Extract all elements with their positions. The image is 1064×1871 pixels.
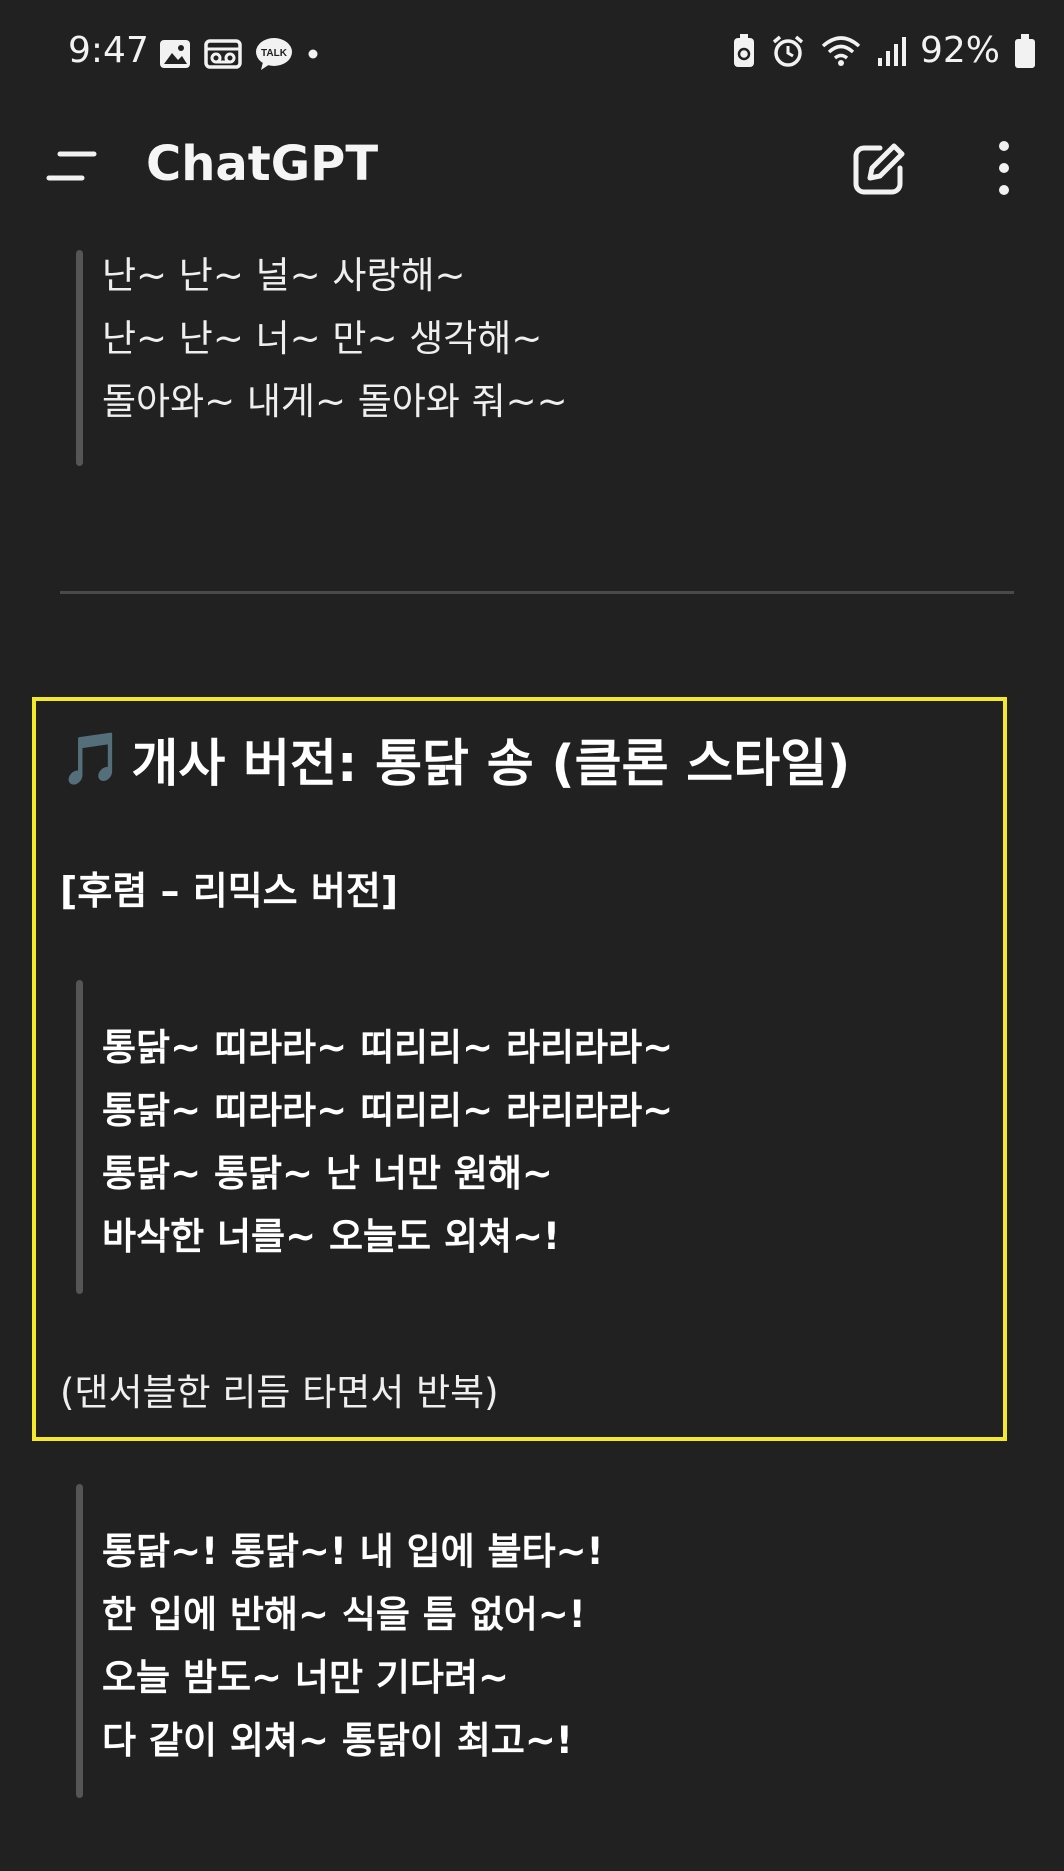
- chorus-note: (댄서블한 리듬 타면서 반복): [60, 1371, 499, 1414]
- alarm-icon: [772, 35, 804, 67]
- battery-icon: [1015, 33, 1035, 68]
- section-title: 🎵 개사 버전: 통닭 송 (클론 스타일): [60, 722, 850, 796]
- blockquote-bar: [76, 250, 83, 466]
- lyric-line: 통닭~ 띠라라~ 띠리리~ 라리라라~: [102, 1089, 674, 1132]
- status-left-icons: TALK: [158, 36, 320, 72]
- battery-saver-icon: [733, 33, 754, 67]
- verse-bottom: 통닭~! 통닭~! 내 입에 불타~! 한 입에 반해~ 식을 틈 없어~! 오…: [102, 1520, 604, 1772]
- verse-top: 난~ 난~ 널~ 사랑해~ 난~ 난~ 너~ 만~ 생각해~ 돌아와~ 내게~ …: [102, 244, 568, 433]
- app-title: ChatGPT: [146, 136, 379, 192]
- lyric-line: 돌아와~ 내게~ 돌아와 줘~~: [102, 380, 568, 423]
- lyric-line: 통닭~ 띠라라~ 띠리리~ 라리라라~: [102, 1026, 674, 1069]
- status-time: 9:47: [68, 30, 149, 71]
- wifi-icon: [821, 35, 861, 66]
- lyric-line: 오늘 밤도~ 너만 기다려~: [102, 1656, 510, 1699]
- signal-icon: [877, 36, 906, 66]
- dot-icon: [308, 49, 318, 59]
- kakaotalk-icon-label: TALK: [261, 48, 288, 59]
- lyric-line: 난~ 난~ 너~ 만~ 생각해~: [102, 317, 543, 360]
- menu-icon[interactable]: [46, 150, 98, 184]
- section-title-text: 개사 버전: 통닭 송 (클론 스타일): [131, 735, 851, 794]
- chorus-lyrics: 통닭~ 띠라라~ 띠리리~ 라리라라~ 통닭~ 띠라라~ 띠리리~ 라리라라~ …: [102, 1016, 673, 1268]
- lyric-line: 통닭~ 통닭~ 난 너만 원해~: [102, 1152, 553, 1195]
- chorus-heading: [후렴 – 리믹스 버전]: [60, 869, 399, 913]
- lyric-line: 한 입에 반해~ 식을 틈 없어~!: [102, 1593, 586, 1636]
- voicemail-icon: [204, 39, 242, 69]
- lyric-line: 다 같이 외쳐~ 통닭이 최고~!: [102, 1719, 573, 1762]
- lyric-line: 통닭~! 통닭~! 내 입에 불타~!: [102, 1530, 604, 1573]
- lyric-line: 바삭한 너를~ 오늘도 외쳐~!: [102, 1215, 560, 1258]
- status-right-icons: 92%: [732, 30, 1036, 71]
- kakaotalk-icon: TALK: [256, 38, 292, 70]
- battery-percent: 92%: [919, 30, 1000, 71]
- blockquote-bar: [76, 980, 83, 1294]
- edit-icon[interactable]: [850, 140, 908, 198]
- image-icon: [160, 40, 190, 68]
- more-icon[interactable]: [990, 138, 1018, 198]
- music-note-icon: 🎵: [60, 729, 124, 789]
- lyric-line: 난~ 난~ 널~ 사랑해~: [102, 254, 466, 297]
- horizontal-divider: [60, 591, 1014, 594]
- blockquote-bar: [76, 1484, 83, 1798]
